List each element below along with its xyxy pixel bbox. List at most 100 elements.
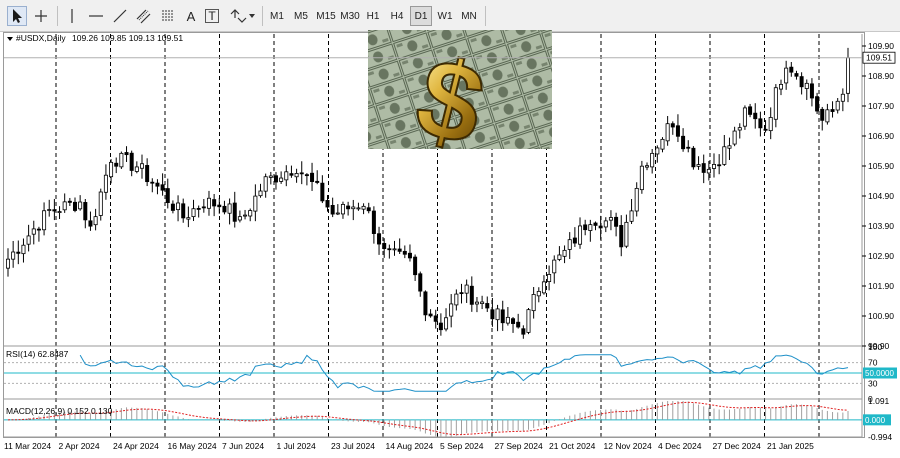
bearish-candle — [16, 251, 21, 254]
bearish-candle — [799, 76, 804, 88]
time-tick-label: 5 Sep 2024 — [440, 441, 484, 451]
bearish-candle — [402, 250, 407, 255]
bullish-candle — [526, 309, 531, 333]
bullish-candle — [176, 202, 181, 211]
bullish-candle — [536, 290, 541, 297]
price-tick-label: 104.90 — [868, 191, 894, 201]
bullish-candle — [768, 117, 773, 132]
bearish-candle — [469, 285, 474, 305]
bullish-candle — [237, 216, 242, 221]
time-tick-label: 23 Jul 2024 — [331, 441, 375, 451]
bearish-candle — [619, 225, 624, 248]
gold-dollar-sign-on-banknotes-image: $ — [368, 30, 552, 170]
bearish-candle — [789, 66, 794, 73]
bearish-candle — [413, 256, 418, 276]
rsi-title: RSI(14) 62.8487 — [6, 349, 69, 359]
macd-pane: 1.091 0.000 -0.994 — [4, 396, 892, 442]
bearish-candle — [371, 210, 376, 234]
bearish-candle — [346, 205, 351, 210]
bearish-candle — [181, 203, 186, 219]
bearish-candle — [232, 202, 237, 222]
price-tick-label: 107.90 — [868, 101, 894, 111]
bearish-candle — [598, 225, 603, 229]
bullish-candle — [57, 211, 62, 213]
bearish-candle — [614, 216, 619, 227]
macd-title: MACD(12,26,9) 0.152 0.130 — [6, 406, 113, 416]
bullish-candle — [103, 174, 108, 193]
bullish-candle — [624, 221, 629, 247]
rsi-tick-label: 70 — [868, 358, 878, 368]
bullish-candle — [253, 195, 258, 212]
bullish-candle — [804, 82, 809, 89]
bullish-candle — [779, 83, 784, 90]
bearish-candle — [521, 328, 526, 335]
time-tick-label: 2 Apr 2024 — [59, 441, 100, 451]
bullish-candle — [361, 205, 366, 210]
bullish-candle — [531, 294, 536, 312]
bearish-candle — [212, 199, 217, 207]
bearish-candle — [418, 273, 423, 292]
bullish-candle — [206, 197, 211, 209]
bullish-candle — [650, 152, 655, 168]
bearish-candle — [315, 180, 320, 183]
bullish-candle — [696, 164, 701, 167]
bearish-candle — [304, 174, 309, 177]
price-chart[interactable]: $ 109.90108.90107.90106.90105.90104.9010… — [0, 0, 900, 458]
bullish-candle — [263, 176, 268, 192]
bearish-candle — [330, 205, 335, 215]
bullish-candle — [547, 274, 552, 283]
bearish-candle — [763, 128, 768, 131]
price-tick-label: 102.90 — [868, 251, 894, 261]
rsi-tick-label: 50.0000 — [865, 369, 894, 378]
bearish-candle — [382, 243, 387, 250]
chart-symbol-title: #USDX,Daily — [16, 33, 66, 43]
bearish-candle — [129, 152, 134, 171]
bullish-candle — [279, 177, 284, 182]
bearish-candle — [686, 146, 691, 149]
bullish-candle — [737, 127, 742, 131]
bearish-candle — [809, 83, 814, 99]
time-tick-label: 7 Jun 2024 — [222, 441, 264, 451]
bearish-candle — [325, 200, 330, 208]
bearish-candle — [201, 206, 206, 209]
bearish-candle — [217, 204, 222, 208]
bearish-candle — [150, 181, 155, 184]
bullish-candle — [608, 217, 613, 221]
bearish-candle — [572, 237, 577, 244]
bullish-candle — [42, 210, 47, 231]
bullish-candle — [11, 251, 16, 260]
bearish-candle — [377, 233, 382, 245]
bullish-candle — [294, 173, 299, 178]
bullish-candle — [474, 301, 479, 305]
bullish-candle — [139, 163, 144, 169]
bullish-candle — [243, 214, 248, 217]
bearish-candle — [407, 252, 412, 259]
price-tick-label: 105.90 — [868, 161, 894, 171]
macd-signal-line — [7, 401, 849, 436]
bullish-candle — [706, 168, 711, 174]
bearish-candle — [83, 202, 88, 221]
bearish-candle — [222, 205, 227, 213]
bearish-candle — [72, 201, 77, 211]
collapse-triangle-icon[interactable] — [7, 37, 13, 41]
time-tick-label: 24 Apr 2024 — [113, 441, 159, 451]
bearish-candle — [820, 108, 825, 121]
bullish-candle — [268, 175, 273, 178]
bullish-candle — [6, 258, 11, 269]
bearish-candle — [815, 96, 820, 112]
bullish-candle — [449, 303, 454, 317]
bearish-candle — [387, 248, 392, 251]
bearish-candle — [124, 152, 129, 156]
bearish-candle — [485, 303, 490, 309]
bullish-candle — [186, 217, 191, 220]
bearish-candle — [459, 292, 464, 295]
bearish-candle — [145, 165, 150, 183]
bullish-candle — [98, 191, 103, 216]
bearish-candle — [397, 248, 402, 252]
bullish-candle — [248, 210, 253, 217]
current-price-label: 109.51 — [866, 53, 892, 63]
bullish-candle — [495, 308, 500, 321]
macd-tick-label: 1.091 — [868, 396, 890, 406]
bullish-candle — [335, 212, 340, 215]
time-tick-label: 21 Jan 2025 — [767, 441, 814, 451]
